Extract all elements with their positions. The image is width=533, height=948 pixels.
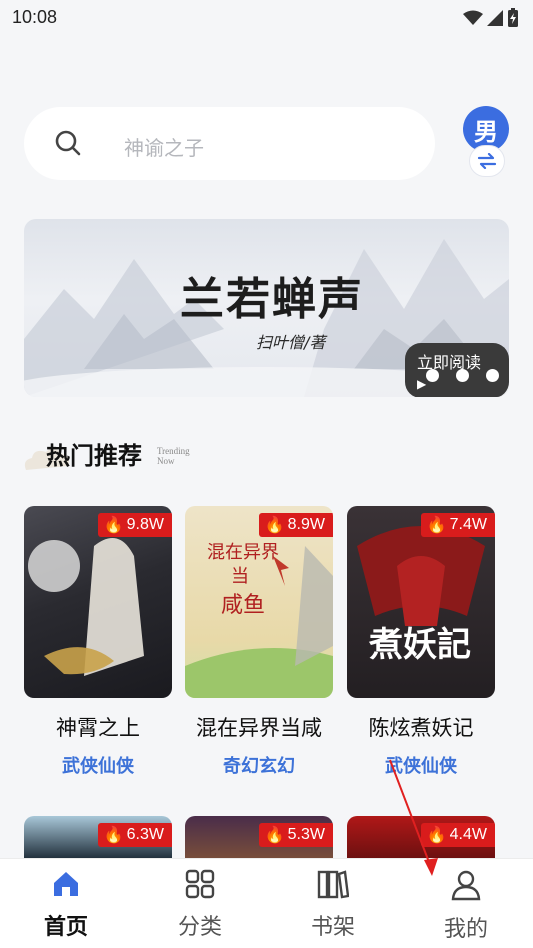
book-cover[interactable]: 煮妖記 🔥 7.4W xyxy=(347,506,495,698)
user-icon xyxy=(451,870,481,901)
banner-dot[interactable] xyxy=(456,369,469,382)
book-cover[interactable]: 🔥 4.4W xyxy=(347,816,495,860)
heat-badge: 🔥 6.3W xyxy=(97,823,172,847)
book-genre[interactable]: 武侠仙侠 xyxy=(24,752,172,778)
fire-icon: 🔥 xyxy=(426,517,447,534)
book-title[interactable]: 陈炫煮妖记 xyxy=(347,712,495,742)
heat-badge: 🔥 8.9W xyxy=(258,513,333,537)
tab-bookshelf-label: 书架 xyxy=(310,915,355,940)
tab-profile[interactable]: 我的 xyxy=(426,869,506,943)
fire-icon: 🔥 xyxy=(264,517,285,534)
book-cover[interactable]: 🔥 5.3W xyxy=(185,816,333,860)
play-arrow-icon: ▶ xyxy=(417,377,427,391)
signal-icon xyxy=(487,10,503,26)
tab-home[interactable]: 首页 xyxy=(26,869,106,941)
heat-badge: 🔥 4.4W xyxy=(420,823,495,847)
book-cover[interactable]: 混在异界 当 咸鱼 🔥 8.9W xyxy=(185,506,333,698)
fire-icon: 🔥 xyxy=(103,827,124,844)
banner-author: 扫叶僧/著 xyxy=(256,333,326,352)
search-icon xyxy=(55,130,81,156)
tab-profile-label: 我的 xyxy=(443,917,488,942)
bottom-tab-bar: 首页 分类 书架 我的 xyxy=(0,858,533,948)
book-genre[interactable]: 奇幻玄幻 xyxy=(185,752,333,778)
book-genre[interactable]: 武侠仙侠 xyxy=(347,752,495,778)
tab-category[interactable]: 分类 xyxy=(160,869,240,941)
swap-arrows-icon xyxy=(477,153,497,169)
book-title[interactable]: 神霄之上 xyxy=(24,712,172,742)
tab-home-label: 首页 xyxy=(43,915,88,940)
search-placeholder: 神谕之子 xyxy=(124,136,204,160)
section-title: 热门推荐 xyxy=(46,441,142,470)
home-icon xyxy=(54,872,78,896)
book-cover[interactable]: 🔥 6.3W xyxy=(24,816,172,860)
banner-dot[interactable] xyxy=(486,369,499,382)
status-icons xyxy=(463,8,519,28)
battery-icon xyxy=(508,8,518,27)
svg-text:咸鱼: 咸鱼 xyxy=(221,593,265,618)
grid-icon xyxy=(185,869,215,899)
tab-category-label: 分类 xyxy=(177,915,222,940)
tab-bookshelf[interactable]: 书架 xyxy=(293,869,373,941)
fire-icon: 🔥 xyxy=(103,517,124,534)
heat-badge: 🔥 7.4W xyxy=(420,513,495,537)
svg-text:煮妖記: 煮妖記 xyxy=(368,625,471,665)
banner-dot[interactable] xyxy=(426,369,439,382)
swap-gender-button[interactable] xyxy=(469,145,505,177)
search-input[interactable]: 神谕之子 xyxy=(24,107,435,180)
featured-banner[interactable]: 兰若蝉声 扫叶僧/著 立即阅读 ▶ xyxy=(24,219,509,397)
book-cover[interactable]: 🔥 9.8W xyxy=(24,506,172,698)
status-time: 10:08 xyxy=(12,7,58,27)
svg-text:混在异界: 混在异界 xyxy=(207,542,279,563)
banner-pagination xyxy=(426,369,499,382)
status-bar: 10:08 xyxy=(0,0,533,36)
book-title[interactable]: 混在异界当咸 xyxy=(185,712,333,742)
fire-icon: 🔥 xyxy=(264,827,285,844)
wifi-icon xyxy=(463,10,483,25)
banner-title: 兰若蝉声 xyxy=(180,274,364,325)
svg-text:当: 当 xyxy=(231,566,249,587)
section-subtitle: Trending Now xyxy=(157,446,190,466)
bookshelf-icon xyxy=(317,870,350,899)
heat-badge: 🔥 9.8W xyxy=(97,513,172,537)
heat-badge: 🔥 5.3W xyxy=(258,823,333,847)
fire-icon: 🔥 xyxy=(426,827,447,844)
